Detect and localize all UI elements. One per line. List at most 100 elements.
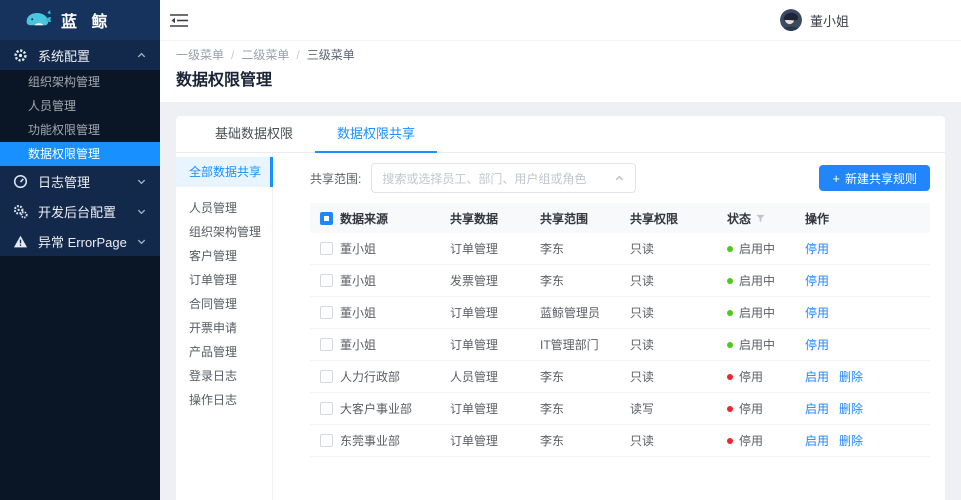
- col-share-permission: 共享权限: [630, 210, 727, 227]
- share-scope-select[interactable]: 搜索或选择员工、部门、用户组或角色: [371, 163, 636, 193]
- gears-icon: [13, 204, 28, 219]
- col-share-scope: 共享范围: [540, 210, 630, 227]
- row-checkbox[interactable]: [320, 370, 333, 383]
- status-dot-icon: [727, 342, 733, 348]
- row-actions: 停用: [805, 240, 930, 257]
- sidebar-section-system-config[interactable]: 系统配置: [0, 40, 160, 70]
- table-row: 董小姐订单管理IT管理部门只读启用中停用: [310, 329, 930, 361]
- sidebar-section[interactable]: 异常 ErrorPage: [0, 226, 160, 256]
- cell-share-permission: 读写: [630, 400, 727, 417]
- table-row: 董小姐订单管理蓝鲸管理员只读启用中停用: [310, 297, 930, 329]
- row-checkbox[interactable]: [320, 242, 333, 255]
- row-actions: 停用: [805, 304, 930, 321]
- new-share-rule-button[interactable]: + 新建共享规则: [819, 165, 930, 191]
- tab-bar: 基础数据权限 数据权限共享: [176, 116, 945, 153]
- sidebar-section[interactable]: 开发后台配置: [0, 196, 160, 226]
- menu-fold-icon[interactable]: [170, 13, 188, 28]
- action-link[interactable]: 停用: [805, 272, 829, 289]
- main-area: 董小姐 一级菜单 / 二级菜单 / 三级菜单 数据权限管理 基础数据权限 数据权限共享 …: [160, 0, 961, 500]
- action-link[interactable]: 删除: [839, 400, 863, 417]
- breadcrumb-separator: /: [231, 48, 234, 62]
- row-checkbox[interactable]: [320, 306, 333, 319]
- sidebar-subitem[interactable]: 数据权限管理: [0, 142, 160, 166]
- sidebar-subitem[interactable]: 人员管理: [0, 94, 160, 118]
- sidebar-subitem[interactable]: 组织架构管理: [0, 70, 160, 94]
- sidebar-section[interactable]: 日志管理: [0, 166, 160, 196]
- row-checkbox[interactable]: [320, 274, 333, 287]
- category-item[interactable]: 开票申请: [176, 316, 272, 340]
- breadcrumb-separator: /: [296, 48, 299, 62]
- share-rules-table: 数据来源 共享数据 共享范围 共享权限 状态 操作: [310, 203, 930, 457]
- page-title: 数据权限管理: [176, 71, 961, 91]
- gauge-icon: [13, 174, 28, 189]
- cell-share-scope: 李东: [540, 272, 630, 289]
- chevron-down-icon: [136, 206, 147, 217]
- table-row: 董小姐订单管理李东只读启用中停用: [310, 233, 930, 265]
- sidebar-sections: 日志管理开发后台配置异常 ErrorPage: [0, 166, 160, 256]
- status-badge: 启用中: [727, 240, 805, 257]
- category-item[interactable]: 组织架构管理: [176, 220, 272, 244]
- col-status: 状态: [727, 210, 805, 227]
- row-checkbox[interactable]: [320, 338, 333, 351]
- cell-data-source: 董小姐: [340, 240, 450, 257]
- sidebar-subitem[interactable]: 功能权限管理: [0, 118, 160, 142]
- row-checkbox[interactable]: [320, 434, 333, 447]
- col-shared-data: 共享数据: [450, 210, 540, 227]
- status-dot-icon: [727, 310, 733, 316]
- warning-icon: [13, 234, 28, 249]
- cell-share-scope: 李东: [540, 432, 630, 449]
- cell-share-scope: IT管理部门: [540, 336, 630, 353]
- table-row: 大客户事业部订单管理李东读写停用启用删除: [310, 393, 930, 425]
- filter-funnel-icon[interactable]: [756, 214, 765, 223]
- card-body: 全部数据共享 人员管理组织架构管理客户管理订单管理合同管理开票申请产品管理登录日…: [176, 153, 945, 500]
- action-link[interactable]: 删除: [839, 368, 863, 385]
- cell-share-permission: 只读: [630, 240, 727, 257]
- user-name: 董小姐: [810, 11, 849, 30]
- breadcrumb-item[interactable]: 三级菜单: [307, 48, 355, 62]
- action-link[interactable]: 启用: [805, 368, 829, 385]
- cell-data-source: 董小姐: [340, 336, 450, 353]
- action-link[interactable]: 停用: [805, 240, 829, 257]
- cell-shared-data: 订单管理: [450, 432, 540, 449]
- sidebar-submenu: 组织架构管理人员管理功能权限管理数据权限管理: [0, 70, 160, 166]
- breadcrumb-item[interactable]: 二级菜单: [241, 48, 289, 62]
- row-actions: 启用删除: [805, 368, 930, 385]
- share-category-menu: 全部数据共享 人员管理组织架构管理客户管理订单管理合同管理开票申请产品管理登录日…: [176, 153, 273, 500]
- cell-shared-data: 发票管理: [450, 272, 540, 289]
- cell-share-permission: 只读: [630, 272, 727, 289]
- cell-share-permission: 只读: [630, 336, 727, 353]
- user-menu[interactable]: 董小姐: [780, 9, 849, 31]
- content-card: 基础数据权限 数据权限共享 全部数据共享 人员管理组织架构管理客户管理订单管理合…: [176, 116, 945, 500]
- cell-data-source: 东莞事业部: [340, 432, 450, 449]
- chevron-up-icon: [614, 173, 625, 184]
- select-all-checkbox[interactable]: [320, 212, 333, 225]
- action-link[interactable]: 启用: [805, 400, 829, 417]
- top-header: 董小姐: [160, 0, 961, 40]
- category-item[interactable]: 人员管理: [176, 196, 272, 220]
- category-item-all-shares[interactable]: 全部数据共享: [176, 157, 272, 187]
- page-header: 一级菜单 / 二级菜单 / 三级菜单 数据权限管理: [160, 40, 961, 102]
- cell-share-permission: 只读: [630, 304, 727, 321]
- tab-basic-data-permission[interactable]: 基础数据权限: [193, 116, 315, 152]
- category-item[interactable]: 登录日志: [176, 364, 272, 388]
- action-link[interactable]: 停用: [805, 304, 829, 321]
- table-body: 董小姐订单管理李东只读启用中停用董小姐发票管理李东只读启用中停用董小姐订单管理蓝…: [310, 233, 930, 457]
- tab-data-permission-share[interactable]: 数据权限共享: [315, 116, 437, 152]
- action-link[interactable]: 停用: [805, 336, 829, 353]
- category-item[interactable]: 合同管理: [176, 292, 272, 316]
- status-dot-icon: [727, 278, 733, 284]
- category-item[interactable]: 操作日志: [176, 388, 272, 412]
- brand-logo[interactable]: 蓝 鲸: [0, 0, 160, 40]
- category-item[interactable]: 客户管理: [176, 244, 272, 268]
- user-avatar: [780, 9, 802, 31]
- category-item[interactable]: 产品管理: [176, 340, 272, 364]
- cell-shared-data: 人员管理: [450, 368, 540, 385]
- status-dot-icon: [727, 374, 733, 380]
- breadcrumb-item[interactable]: 一级菜单: [176, 48, 224, 62]
- category-item[interactable]: 订单管理: [176, 268, 272, 292]
- action-link[interactable]: 删除: [839, 432, 863, 449]
- breadcrumb: 一级菜单 / 二级菜单 / 三级菜单: [176, 48, 961, 62]
- row-checkbox[interactable]: [320, 402, 333, 415]
- cell-share-scope: 李东: [540, 240, 630, 257]
- action-link[interactable]: 启用: [805, 432, 829, 449]
